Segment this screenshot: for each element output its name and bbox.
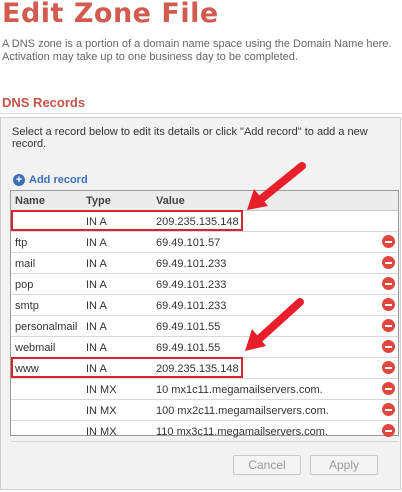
record-name: webmail xyxy=(15,342,56,354)
record-name: smtp xyxy=(15,300,39,312)
column-header-value: Value xyxy=(156,195,185,207)
minus-circle-icon[interactable] xyxy=(382,382,395,395)
record-type: IN MX xyxy=(86,405,117,417)
record-name: personalmail xyxy=(15,321,78,333)
record-type: IN A xyxy=(86,258,107,270)
apply-button[interactable]: Apply xyxy=(310,455,378,475)
table-row[interactable]: IN MX 100 mx2c11.megamailservers.com. xyxy=(11,400,398,421)
cancel-button[interactable]: Cancel xyxy=(233,455,301,475)
record-value: 69.49.101.55 xyxy=(156,342,221,354)
red-arrow-icon xyxy=(247,162,306,210)
record-type: IN MX xyxy=(86,384,117,396)
highlight-box xyxy=(11,210,243,231)
table-row[interactable]: IN MX 10 mx1c11.megamailservers.com. xyxy=(11,379,398,400)
highlight-box xyxy=(11,357,243,378)
table-row[interactable]: smtp IN A 69.49.101.233 xyxy=(11,295,398,316)
record-type: IN A xyxy=(86,300,107,312)
record-type: IN MX xyxy=(86,426,117,438)
minus-circle-icon[interactable] xyxy=(382,256,395,269)
column-header-type: Type xyxy=(86,195,111,207)
record-name: ftp xyxy=(15,237,28,249)
minus-circle-icon[interactable] xyxy=(382,361,395,374)
table-header: Name Type Value xyxy=(11,191,398,211)
record-name: mail xyxy=(15,258,36,270)
minus-circle-icon[interactable] xyxy=(382,340,395,353)
record-value: 69.49.101.233 xyxy=(156,300,227,312)
instructions-text: Select a record below to edit its detail… xyxy=(12,126,368,150)
minus-circle-icon[interactable] xyxy=(382,277,395,290)
minus-circle-icon[interactable] xyxy=(382,298,395,311)
column-header-name: Name xyxy=(15,195,45,207)
record-value: 100 mx2c11.megamailservers.com. xyxy=(156,405,329,417)
red-arrow-icon xyxy=(245,298,304,351)
section-divider xyxy=(0,113,402,114)
record-type: IN A xyxy=(86,279,107,291)
record-type: IN A xyxy=(86,237,107,249)
table-row[interactable]: ftp IN A 69.49.101.57 xyxy=(11,232,398,253)
table-row[interactable]: IN MX 110 mx3c11.megamailservers.com. xyxy=(11,421,398,442)
page-description: A DNS zone is a portion of a domain name… xyxy=(2,38,392,63)
table-row[interactable]: mail IN A 69.49.101.233 xyxy=(11,253,398,274)
table-row[interactable]: personalmail IN A 69.49.101.55 xyxy=(11,316,398,337)
minus-circle-icon[interactable] xyxy=(382,235,395,248)
record-name: pop xyxy=(15,279,34,291)
record-type: IN A xyxy=(86,321,107,333)
minus-circle-icon[interactable] xyxy=(382,403,395,416)
record-value: 10 mx1c11.megamailservers.com. xyxy=(156,384,323,396)
record-value: 69.49.101.55 xyxy=(156,321,221,333)
table-row[interactable]: webmail IN A 69.49.101.55 xyxy=(11,337,398,358)
table-row[interactable]: pop IN A 69.49.101.233 xyxy=(11,274,398,295)
record-value: 69.49.101.57 xyxy=(156,237,221,249)
record-value: 110 mx3c11.megamailservers.com. xyxy=(156,426,328,438)
section-title: DNS Records xyxy=(2,95,86,110)
plus-circle-icon: + xyxy=(13,174,25,186)
record-type: IN A xyxy=(86,342,107,354)
record-value: 69.49.101.233 xyxy=(156,279,227,291)
page-title: Edit Zone File xyxy=(2,0,219,29)
minus-circle-icon[interactable] xyxy=(382,424,395,437)
minus-circle-icon[interactable] xyxy=(382,319,395,332)
record-value: 69.49.101.233 xyxy=(156,258,227,270)
add-record-link[interactable]: + Add record xyxy=(13,172,88,188)
add-record-label: Add record xyxy=(29,174,88,186)
